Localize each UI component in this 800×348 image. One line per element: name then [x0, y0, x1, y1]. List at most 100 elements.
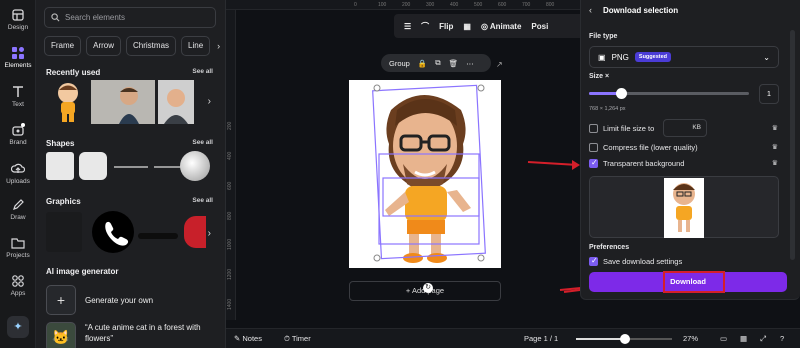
download-button[interactable]: Download	[589, 271, 787, 293]
circle-shape[interactable]	[180, 151, 210, 181]
rail-item-draw[interactable]: Draw	[0, 198, 36, 221]
help-icon[interactable]: ?	[780, 334, 784, 343]
folder-icon	[11, 238, 25, 249]
cartoon-man-thumb	[58, 83, 78, 122]
see-all-link[interactable]: See all	[192, 197, 213, 204]
elements-panel: Search elements Frame Arrow Christmas Li…	[36, 0, 226, 348]
size-slider-knob[interactable]	[616, 88, 627, 99]
menu-icon[interactable]: ☰	[404, 22, 411, 31]
bar-graphic[interactable]	[138, 233, 178, 239]
search-icon	[51, 13, 60, 22]
chip[interactable]: Frame	[44, 36, 82, 56]
checkbox[interactable]	[589, 143, 598, 152]
rail-item-design[interactable]: Design	[0, 8, 36, 31]
prompt-line: flowers”	[85, 334, 114, 343]
rounded-square-shape[interactable]	[79, 152, 107, 180]
heart-graphic[interactable]	[184, 216, 206, 248]
download-preview	[589, 176, 779, 238]
duplicate-icon[interactable]: ⧉	[435, 58, 440, 68]
transparent-bg-option[interactable]: Transparent background	[589, 158, 685, 168]
design-page[interactable]	[349, 80, 501, 268]
option-label: Compress file (lower quality)	[603, 143, 698, 152]
rotate-handle-icon[interactable]: ↻	[423, 283, 433, 293]
page-view-icon[interactable]: ▭	[720, 334, 727, 343]
chip[interactable]: Arrow	[86, 36, 122, 56]
see-all-link[interactable]: See all	[192, 139, 213, 146]
see-all-link[interactable]: See all	[192, 68, 213, 75]
chip[interactable]: Line	[181, 36, 211, 56]
group-button[interactable]: Group	[389, 59, 410, 68]
uploads-icon	[11, 163, 25, 173]
ruler-tick: 1000	[227, 238, 233, 250]
size-slider[interactable]	[589, 88, 749, 99]
chevron-right-icon[interactable]: ›	[208, 228, 211, 239]
chip[interactable]: Christmas	[126, 36, 177, 56]
graphic-thumb[interactable]	[46, 212, 82, 252]
zoom-level[interactable]: 27%	[683, 334, 698, 343]
checkbox[interactable]	[589, 124, 598, 133]
animate-label: Animate	[489, 21, 522, 31]
rotate-icon[interactable]: ↗	[496, 60, 503, 69]
ruler-tick: 400	[227, 151, 233, 160]
rail-item-projects[interactable]: Projects	[0, 236, 36, 259]
save-settings-option[interactable]: Save download settings	[589, 256, 683, 266]
phone-graphic[interactable]	[92, 211, 134, 253]
animate-button[interactable]: ◎ Animate	[481, 22, 521, 31]
rail-item-elements[interactable]: Elements	[0, 46, 36, 69]
rail-label: Apps	[10, 290, 26, 297]
image-icon: ▣	[598, 52, 606, 62]
notes-button[interactable]: ✎ Notes	[234, 334, 262, 343]
ruler-tick: 800	[227, 211, 233, 220]
recent-thumb[interactable]	[91, 80, 155, 124]
rail-item-apps[interactable]: Apps	[0, 274, 36, 297]
flip-button[interactable]: Flip	[439, 22, 453, 31]
position-button[interactable]: Posi	[531, 22, 548, 31]
size-input[interactable]: 1	[759, 84, 779, 104]
chevron-right-icon[interactable]: ›	[208, 96, 211, 107]
file-type-select[interactable]: ▣ PNG Suggested ⌄	[589, 46, 779, 68]
option-label: Transparent background	[603, 159, 685, 168]
square-shape[interactable]	[46, 152, 74, 180]
more-icon[interactable]: ⋯	[466, 59, 474, 68]
option-label: Save download settings	[603, 257, 683, 266]
timer-button[interactable]: ⏱ Timer	[284, 334, 311, 344]
file-type-value: PNG	[611, 52, 629, 62]
ruler-tick: 100	[378, 2, 387, 8]
lock-icon[interactable]: 🔒	[418, 59, 427, 68]
rail-label: Text	[12, 101, 24, 108]
search-input[interactable]: Search elements	[44, 7, 216, 28]
file-size-input[interactable]: KB	[663, 119, 707, 137]
dimensions-text: 768 × 1,264 px	[589, 106, 626, 112]
rail-item-text[interactable]: Text	[0, 85, 36, 108]
checkbox-checked[interactable]	[589, 256, 598, 266]
back-arrow-icon[interactable]: ‹	[589, 5, 592, 15]
limit-file-size-option[interactable]: Limit file size to	[589, 124, 654, 133]
trash-icon[interactable]: 🗑	[449, 59, 459, 68]
ruler-tick: 500	[474, 2, 483, 8]
rail-item-uploads[interactable]: Uploads	[0, 162, 36, 185]
transparency-icon[interactable]: ▦	[463, 22, 471, 31]
ai-prompt-example[interactable]: 🐱 “A cute anime cat in a forest with flo…	[46, 322, 201, 348]
recent-thumb[interactable]	[158, 80, 194, 124]
page-indicator[interactable]: Page 1 / 1	[524, 334, 558, 343]
preferences-label: Preferences	[589, 244, 630, 251]
panel-scrollbar[interactable]	[790, 30, 795, 260]
generate-label: Generate your own	[85, 295, 154, 305]
recent-thumb[interactable]	[48, 80, 88, 124]
generate-own-button[interactable]: + Generate your own	[46, 285, 153, 315]
option-label: Limit file size to	[603, 124, 655, 133]
magic-icon[interactable]: ✦	[7, 316, 29, 338]
ruler-tick: 300	[426, 2, 435, 8]
ruler-tick: 700	[522, 2, 531, 8]
rail-item-brand[interactable]: Brand	[0, 123, 36, 146]
zoom-slider[interactable]	[576, 334, 672, 344]
checkbox-checked[interactable]	[589, 158, 598, 168]
fullscreen-icon[interactable]: ⤢	[760, 334, 766, 344]
zoom-knob[interactable]	[620, 334, 630, 344]
compress-option[interactable]: Compress file (lower quality)	[589, 143, 698, 152]
notes-label: Notes	[242, 334, 262, 343]
grid-view-icon[interactable]: ▦	[740, 334, 747, 343]
chip-row: Frame Arrow Christmas Line ›	[44, 36, 222, 56]
chevron-right-icon[interactable]: ›	[215, 36, 222, 56]
curve-icon[interactable]: ⌒	[421, 21, 429, 32]
